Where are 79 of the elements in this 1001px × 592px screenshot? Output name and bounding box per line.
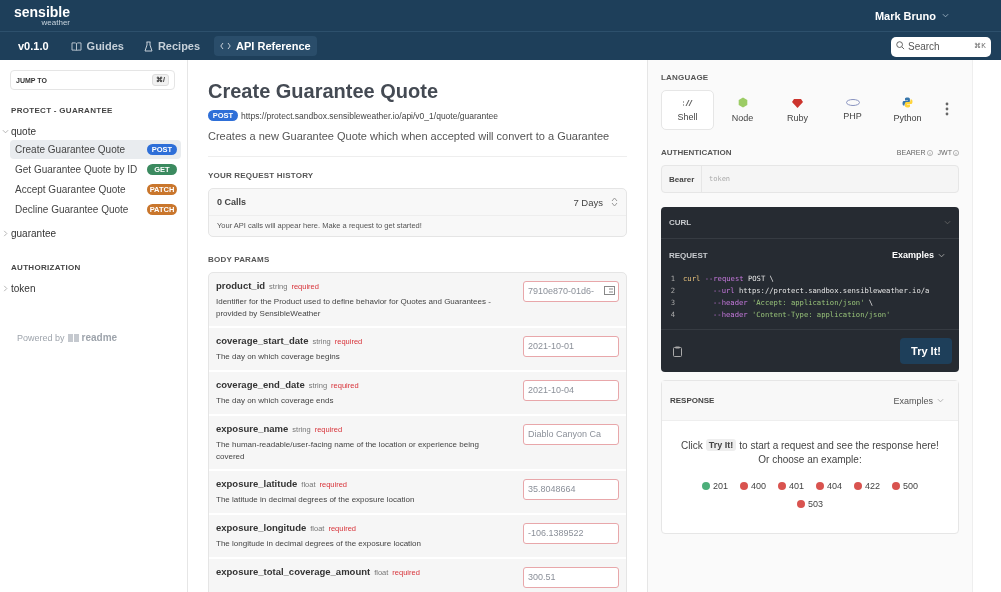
response-title: RESPONSE <box>670 396 715 405</box>
language-tab[interactable]: Node <box>716 90 769 130</box>
section-title: YOUR REQUEST HISTORY <box>208 171 315 180</box>
status-example[interactable]: 401 <box>777 481 804 491</box>
param-description: The day on which coverage ends <box>216 395 335 407</box>
powered-by-text: Powered by <box>17 332 65 343</box>
calls-count: 0 Calls <box>217 197 247 207</box>
param-name: coverage_start_date <box>216 335 309 346</box>
code-icon <box>220 42 232 50</box>
response-hint: to start a request and see the response here! <box>739 439 939 451</box>
nav-tab[interactable]: Guides <box>64 36 130 56</box>
user-menu[interactable]: Mark Bruno <box>868 8 955 23</box>
flask-icon <box>143 40 153 52</box>
examples-dropdown[interactable]: Examples <box>885 249 951 261</box>
param-description: The longitude in decimal degrees of the exposure location <box>216 538 423 550</box>
php-logo-icon <box>845 99 860 106</box>
status-example[interactable]: 404 <box>816 481 843 491</box>
section-title: PROTECT - GUARANTEE <box>11 106 114 115</box>
param-description: The human-readable/user-facing name of the location or experience being covered <box>216 439 480 463</box>
auth-label: Bearer <box>662 166 702 192</box>
description: Creates a new Guarantee Quote which when accepted will convert to a Guarantee <box>208 130 627 157</box>
status-example[interactable]: 500 <box>892 481 919 491</box>
param-name: coverage_end_date <box>216 379 305 390</box>
request-label: REQUEST <box>669 250 708 260</box>
param-name: exposure_latitude <box>216 478 298 489</box>
param-input[interactable]: -106.1389522 <box>523 522 619 544</box>
param-name: exposure_total_coverage_amount <box>216 566 371 577</box>
param-input[interactable]: Diablo Canyon Ca <box>523 423 619 445</box>
group-toggle[interactable]: quote <box>2 123 37 139</box>
param-description: The day on which coverage begins <box>216 351 341 363</box>
section-title: BODY PARAMS <box>208 255 271 264</box>
section-title: AUTHENTICATION <box>661 148 732 157</box>
response-hint: Or choose an example: <box>758 454 862 465</box>
logo[interactable]: sensible weather <box>14 4 71 27</box>
gem-icon <box>792 97 803 108</box>
range-select[interactable]: 7 Days <box>573 196 618 208</box>
try-it-chip: Try It! <box>705 439 737 451</box>
nav-tab[interactable]: API Reference <box>214 36 317 56</box>
clipboard-icon[interactable] <box>673 345 682 357</box>
try-it-button[interactable]: Try It! <box>900 338 952 364</box>
status-example[interactable]: 503 <box>797 499 823 509</box>
group-toggle[interactable]: guarantee <box>2 225 57 241</box>
version-label[interactable]: v0.1.0 <box>10 40 57 52</box>
language-tab[interactable]: Shell <box>661 90 714 130</box>
book-icon <box>70 41 82 51</box>
updown-icon <box>611 197 618 207</box>
section-title: AUTHORIZATION <box>11 263 82 272</box>
info-icon <box>953 149 959 156</box>
group-toggle[interactable]: token <box>2 280 36 296</box>
status-example[interactable]: 422 <box>854 481 881 491</box>
response-hint: Click <box>681 439 703 451</box>
param-input[interactable]: 35.8048664 <box>523 478 619 500</box>
status-example[interactable]: 201 <box>701 481 728 491</box>
language-tab[interactable]: Ruby <box>771 90 824 130</box>
status-example[interactable]: 400 <box>739 481 766 491</box>
slashes-icon <box>681 98 694 107</box>
language-tab[interactable]: Python <box>881 90 934 130</box>
param-name: exposure_name <box>216 423 289 434</box>
info-icon <box>926 149 933 156</box>
book-icon <box>67 333 79 342</box>
param-name: exposure_longitude <box>216 522 307 533</box>
param-input[interactable]: 2021-10-01 <box>523 335 619 357</box>
language-tab[interactable]: PHP <box>826 90 879 130</box>
hexagon-icon <box>737 97 748 108</box>
section-title: LANGUAGE <box>661 73 710 82</box>
param-input[interactable]: 2021-10-04 <box>523 379 619 401</box>
endpoint-url: https://protect.sandbox.sensibleweather.io/api/v0_1/quote/guarantee <box>241 110 499 121</box>
search-icon <box>896 41 905 50</box>
param-description: The latitude in decimal degrees of the exposure location <box>216 494 416 506</box>
card-icon <box>604 286 615 295</box>
param-description: Identifier for the Product used to define behavior for Quotes and Guarantees - provided by SensibleWeather <box>216 296 492 320</box>
param-input[interactable]: 300.51 <box>523 566 619 588</box>
examples-dropdown[interactable]: Examples <box>887 394 950 407</box>
code-title: CURL <box>669 218 692 227</box>
param-input[interactable]: 7910e870-01d6- <box>523 280 619 302</box>
param-name: product_id <box>216 280 266 291</box>
nav-tab[interactable]: Recipes <box>137 36 207 56</box>
page-title: Create Guarantee Quote <box>208 80 440 103</box>
python-logo-icon <box>902 97 913 108</box>
